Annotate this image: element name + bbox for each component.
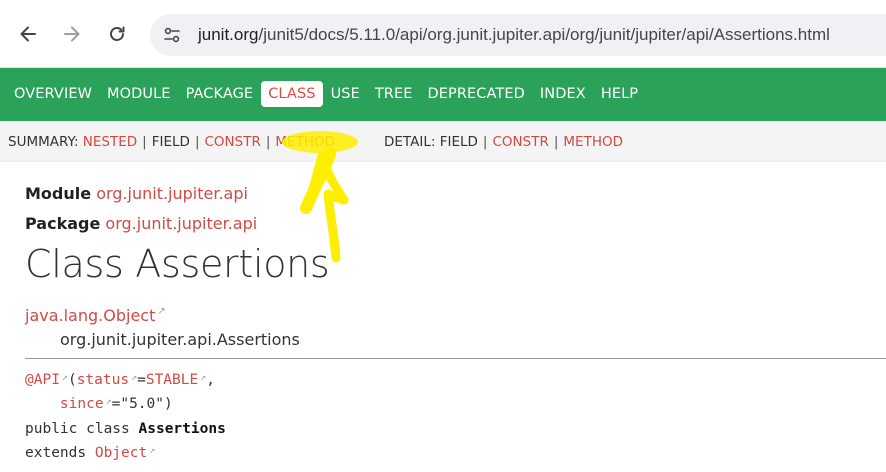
summary-field-text: FIELD xyxy=(151,134,190,150)
package-line: Package org.junit.jupiter.api xyxy=(25,214,257,233)
divider xyxy=(25,358,886,359)
summary-method-link[interactable]: METHOD xyxy=(275,134,335,150)
detail-constr-link[interactable]: CONSTR xyxy=(492,134,548,150)
signature-annotation-line: @API ↗(status ↗=STABLE ↗, xyxy=(25,372,215,388)
separator: | xyxy=(142,134,147,150)
detail-label: DETAIL: xyxy=(384,134,436,150)
comma: , xyxy=(206,372,215,388)
nav-deprecated[interactable]: DEPRECATED xyxy=(421,81,532,107)
summary-constr-link[interactable]: CONSTR xyxy=(205,134,261,150)
modifiers: public class xyxy=(25,421,139,437)
nav-index[interactable]: INDEX xyxy=(533,81,593,107)
external-link-icon: ↗ xyxy=(149,445,156,456)
back-button[interactable] xyxy=(12,18,44,50)
url-text[interactable]: junit.org/junit5/docs/5.11.0/api/org.jun… xyxy=(198,25,830,45)
detail-method-link[interactable]: METHOD xyxy=(563,134,623,150)
separator: | xyxy=(553,134,559,150)
separator: | xyxy=(194,134,200,150)
object-link[interactable]: java.lang.Object xyxy=(25,306,155,325)
equals-sign: = xyxy=(137,372,146,388)
nav-use[interactable]: USE xyxy=(324,81,367,107)
url-path: /junit5/docs/5.11.0/api/org.junit.jupite… xyxy=(258,25,830,44)
module-link[interactable]: org.junit.jupiter.api xyxy=(96,184,248,203)
nav-package[interactable]: PACKAGE xyxy=(179,81,261,107)
site-info-icon[interactable] xyxy=(162,25,182,45)
detail-links: DETAIL: FIELD | CONSTR | METHOD xyxy=(384,134,623,150)
signature-declaration-line: public class Assertions xyxy=(25,421,226,437)
reload-button[interactable] xyxy=(101,18,133,50)
separator: | xyxy=(482,134,488,150)
nav-help[interactable]: HELP xyxy=(594,81,645,107)
package-link[interactable]: org.junit.jupiter.api xyxy=(105,214,257,233)
external-link-icon: ↗ xyxy=(157,306,166,317)
inheritance-child: org.junit.jupiter.api.Assertions xyxy=(60,330,300,349)
extends-keyword: extends xyxy=(25,445,95,461)
nav-class[interactable]: CLASS xyxy=(261,81,323,107)
open-paren: ( xyxy=(67,372,77,388)
status-link[interactable]: status xyxy=(77,372,129,388)
signature-since-line: since ↗="5.0") xyxy=(25,396,173,412)
signature-extends-line: extends Object ↗ xyxy=(25,445,155,461)
extends-object-link[interactable]: Object xyxy=(95,445,147,461)
arrow-right-icon xyxy=(64,26,80,42)
arrow-left-icon xyxy=(20,26,36,42)
nav-overview[interactable]: OVERVIEW xyxy=(7,81,99,107)
inheritance-root: java.lang.Object ↗ xyxy=(25,306,166,325)
module-label: Module xyxy=(25,184,92,203)
browser-toolbar: junit.org/junit5/docs/5.11.0/api/org.jun… xyxy=(0,0,886,68)
page-title: Class Assertions xyxy=(25,242,330,286)
api-annotation-link[interactable]: @API xyxy=(25,372,60,388)
summary-links: SUMMARY: NESTED | FIELD | CONSTR | METHOD xyxy=(8,134,335,150)
package-label: Package xyxy=(25,214,101,233)
nav-tree[interactable]: TREE xyxy=(368,81,420,107)
address-bar[interactable]: junit.org/junit5/docs/5.11.0/api/org.jun… xyxy=(150,14,886,56)
detail-field-text: FIELD xyxy=(439,134,478,150)
separator: | xyxy=(265,134,271,150)
sub-navigation: SUMMARY: NESTED | FIELD | CONSTR | METHOD DETA… xyxy=(0,121,886,162)
since-value: ="5.0") xyxy=(111,396,173,412)
module-line: Module org.junit.jupiter.api xyxy=(25,184,248,203)
summary-label: SUMMARY: xyxy=(8,134,79,150)
class-name: Assertions xyxy=(138,421,226,437)
since-link[interactable]: since xyxy=(60,396,104,412)
nav-module[interactable]: MODULE xyxy=(100,81,178,107)
reload-icon xyxy=(110,26,125,41)
summary-nested-link[interactable]: NESTED xyxy=(83,134,137,150)
forward-button[interactable] xyxy=(56,18,88,50)
stable-link[interactable]: STABLE xyxy=(146,372,198,388)
top-navigation: OVERVIEW MODULE PACKAGE CLASS USE TREE D… xyxy=(0,68,886,121)
url-domain: junit.org xyxy=(198,25,259,44)
